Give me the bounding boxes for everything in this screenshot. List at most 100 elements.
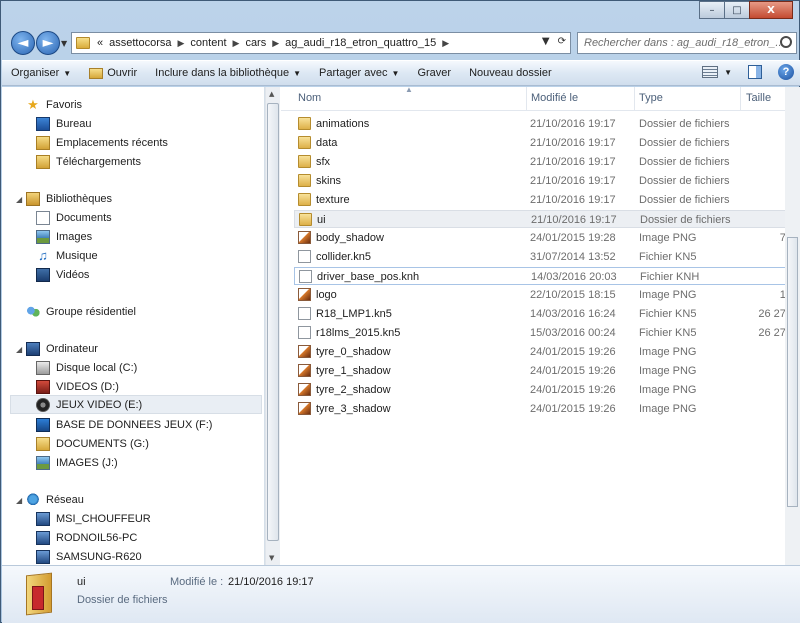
help-icon[interactable]: ? [778,64,794,80]
column-divider[interactable] [526,87,527,111]
file-type: Fichier KN5 [639,251,697,263]
navigation-scrollbar[interactable]: ▲ ▼ [265,87,280,565]
preview-pane-icon[interactable] [748,65,762,79]
nav-videos[interactable]: Vidéos [36,265,89,284]
column-divider[interactable] [740,87,741,111]
table-row[interactable]: ui 21/10/2016 19:17 Dossier de fichiers [294,210,800,228]
scrollbar-thumb[interactable] [267,103,279,541]
column-divider[interactable] [634,87,635,111]
nav-host-msi[interactable]: MSI_CHOUFFEUR [36,509,151,528]
nav-disk-c[interactable]: Disque local (C:) [36,358,137,377]
breadcrumb-separator-icon[interactable]: ▶ [175,38,188,49]
search-icon[interactable] [780,36,792,48]
nav-label: RODNOIL56-PC [56,531,138,544]
table-row[interactable]: tyre_1_shadow 24/01/2015 19:26 Image PNG 5 [294,362,800,380]
breadcrumb-overflow[interactable]: « [94,37,106,49]
file-size: 26 270 [758,308,792,320]
close-button[interactable]: X [749,1,793,19]
address-bar[interactable]: « assettocorsa ▶ content ▶ cars ▶ ag_aud… [71,32,571,54]
expand-network-icon[interactable]: ◢ [16,496,24,505]
breadcrumb-cars[interactable]: cars [242,37,269,49]
breadcrumb-content[interactable]: content [187,37,229,49]
nav-host-samsung[interactable]: SAMSUNG-R620 [36,547,142,566]
share-button[interactable]: Partager avec ▼ [310,62,408,84]
forward-button[interactable]: ► [36,31,60,55]
file-name: texture [316,194,350,206]
table-row[interactable]: tyre_0_shadow 24/01/2015 19:26 Image PNG 5 [294,343,800,361]
expand-computer-icon[interactable]: ◢ [16,345,24,354]
nav-network[interactable]: Réseau [26,490,84,509]
table-row[interactable]: tyre_3_shadow 24/01/2015 19:26 Image PNG 5 [294,400,800,418]
nav-downloads[interactable]: Téléchargements [36,152,141,171]
file-type: Dossier de fichiers [639,175,730,187]
game-drive-icon [36,397,50,412]
file-list-scrollbar[interactable] [785,87,800,565]
file-name: sfx [316,156,331,168]
address-dropdown-icon[interactable]: ▼ [542,36,550,47]
search-input[interactable]: Rechercher dans : ag_audi_r18_etron_... [577,32,797,54]
computer-icon [26,341,40,356]
file-type: Image PNG [639,346,697,358]
nav-recent-places[interactable]: Emplacements récents [36,133,168,152]
nav-host-rodnoil[interactable]: RODNOIL56-PC [36,528,137,547]
nav-label: DOCUMENTS (G:) [56,437,149,450]
column-size[interactable]: Taille [746,92,771,104]
file-type: Fichier KN5 [639,327,697,339]
scroll-up-icon[interactable]: ▲ [269,90,274,98]
column-name[interactable]: Nom [298,92,321,104]
scroll-down-icon[interactable]: ▼ [269,554,274,562]
table-row[interactable]: animations 21/10/2016 19:17 Dossier de fic… [294,115,800,133]
nav-music[interactable]: ♫ Musique [36,246,97,265]
maximize-button[interactable]: □ [724,1,750,19]
nav-disk-e[interactable]: JEUX VIDEO (E:) [10,395,262,414]
table-row[interactable]: driver_base_pos.knh 14/03/2016 20:03 Fichi… [294,267,800,285]
nav-computer[interactable]: Ordinateur [26,339,98,358]
table-row[interactable]: texture 21/10/2016 19:17 Dossier de fichie… [294,191,800,209]
table-row[interactable]: logo 22/10/2015 18:15 Image PNG 12 [294,286,800,304]
nav-disk-f[interactable]: BASE DE DONNEES JEUX (F:) [36,415,212,434]
nav-images[interactable]: Images [36,227,92,246]
nav-favorites[interactable]: ★ Favoris [26,95,82,114]
nav-disk-g[interactable]: DOCUMENTS (G:) [36,434,149,453]
burn-button[interactable]: Graver [408,62,460,84]
breadcrumb-separator-icon[interactable]: ▶ [269,38,282,49]
table-row[interactable]: collider.kn5 31/07/2014 13:52 Fichier KN5 8 [294,248,800,266]
nav-documents[interactable]: Documents [36,208,112,227]
nav-disk-d[interactable]: VIDEOS (D:) [36,377,119,396]
breadcrumb-car-folder[interactable]: ag_audi_r18_etron_quattro_15 [282,37,439,49]
breadcrumb-separator-icon[interactable]: ▶ [439,38,452,49]
breadcrumb-assettocorsa[interactable]: assettocorsa [106,37,174,49]
table-row[interactable]: body_shadow 24/01/2015 19:28 Image PNG 70 [294,229,800,247]
new-folder-button[interactable]: Nouveau dossier [460,62,561,84]
file-name: data [316,137,338,149]
minimize-button[interactable]: – [699,1,725,19]
nav-homegroup[interactable]: Groupe résidentiel [26,302,136,321]
include-library-button[interactable]: Inclure dans la bibliothèque ▼ [146,62,310,84]
nav-label: MSI_CHOUFFEUR [56,512,151,525]
breadcrumb-separator-icon[interactable]: ▶ [230,38,243,49]
file-name: collider.kn5 [316,251,372,263]
refresh-icon[interactable]: ⟳ [558,36,566,47]
file-type: Dossier de fichiers [639,118,730,130]
table-row[interactable]: skins 21/10/2016 19:17 Dossier de fichiers [294,172,800,190]
expand-libraries-icon[interactable]: ◢ [16,195,24,204]
view-options-button[interactable]: ▼ [702,66,732,78]
column-date[interactable]: Modifié le [531,92,578,104]
table-row[interactable]: r18lms_2015.kn5 15/03/2016 00:24 Fichier K… [294,324,800,342]
details-modified-value: 21/10/2016 19:17 [228,576,314,588]
nav-libraries[interactable]: Bibliothèques [26,189,112,208]
downloads-icon [36,154,50,169]
history-dropdown-icon[interactable]: ▼ [61,39,67,48]
table-row[interactable]: data 21/10/2016 19:17 Dossier de fichiers [294,134,800,152]
nav-disk-j[interactable]: IMAGES (J:) [36,453,118,472]
table-row[interactable]: sfx 21/10/2016 19:17 Dossier de fichiers [294,153,800,171]
scrollbar-thumb[interactable] [787,237,798,507]
table-row[interactable]: tyre_2_shadow 24/01/2015 19:26 Image PNG 5 [294,381,800,399]
table-row[interactable]: R18_LMP1.kn5 14/03/2016 16:24 Fichier KN5 2… [294,305,800,323]
organize-button[interactable]: Organiser ▼ [2,62,80,84]
nav-desktop[interactable]: Bureau [36,114,91,133]
back-button[interactable]: ◄ [11,31,35,55]
column-type[interactable]: Type [639,92,663,104]
open-button[interactable]: Ouvrir [80,62,146,84]
file-date: 14/03/2016 20:03 [531,271,617,283]
